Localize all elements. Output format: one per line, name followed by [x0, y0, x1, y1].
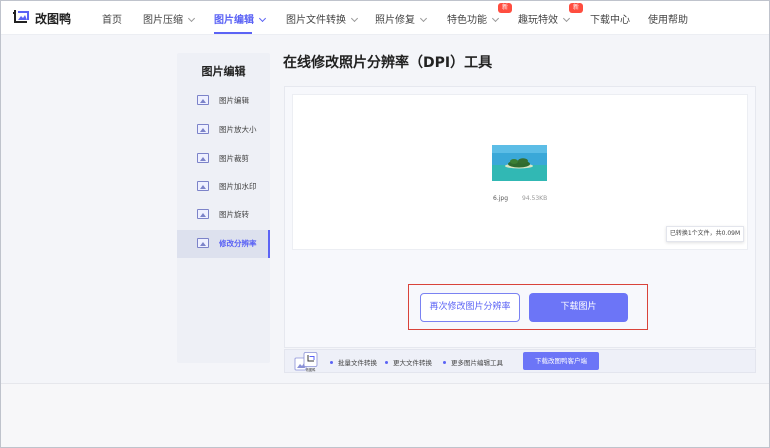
sidebar-item-resize[interactable]: 图片放大小 [177, 116, 270, 144]
nav-label: 特色功能 [447, 15, 487, 26]
new-badge: 新 [498, 3, 512, 13]
top-nav: 改图鸭 首页 图片压缩 图片编辑 图片文件转换 照片修复 特色功能 趣玩特效 下… [1, 1, 769, 35]
nav-label: 图片文件转换 [286, 15, 346, 26]
file-name: 6.jpg [493, 195, 509, 202]
image-icon [197, 181, 209, 191]
app-icon-label: 改图鸭 [306, 367, 316, 372]
image-icon [197, 153, 209, 163]
nav-file-convert[interactable]: 图片文件转换 [286, 11, 359, 26]
sidebar-item-label: 修改分辨率 [219, 239, 257, 248]
nav-label: 使用帮助 [648, 15, 688, 26]
sidebar-item-image-edit[interactable]: 图片编辑 [177, 87, 270, 115]
logo-icon[interactable] [12, 8, 30, 26]
nav-label: 图片压缩 [143, 15, 183, 26]
chevron-down-icon [187, 14, 196, 23]
nav-special-features[interactable]: 特色功能 [447, 11, 500, 26]
nav-home[interactable]: 首页 [102, 11, 122, 26]
feature-batch-convert: 批量文件转换 [330, 357, 377, 367]
redo-resolution-button[interactable]: 再次修改图片分辨率 [420, 293, 520, 322]
sidebar-item-label: 图片旋转 [219, 210, 249, 219]
chevron-down-icon [562, 14, 571, 23]
image-icon [197, 238, 209, 248]
image-thumbnail[interactable] [492, 145, 547, 181]
file-size: 94.53KB [522, 195, 548, 202]
feature-large-file: 更大文件转换 [385, 357, 432, 367]
nav-label: 图片编辑 [214, 15, 254, 26]
sidebar-item-watermark[interactable]: 图片加水印 [177, 173, 270, 201]
sidebar-item-rotate[interactable]: 图片旋转 [177, 201, 270, 229]
footer [1, 383, 769, 447]
sidebar-item-label: 图片编辑 [219, 96, 249, 105]
sidebar-item-label: 图片裁剪 [219, 154, 249, 163]
new-badge: 新 [569, 3, 583, 13]
nav-label: 趣玩特效 [518, 15, 558, 26]
sidebar-item-label: 图片放大小 [219, 125, 257, 134]
image-icon [197, 95, 209, 105]
nav-help[interactable]: 使用帮助 [648, 11, 688, 26]
nav-download-center[interactable]: 下载中心 [590, 11, 630, 26]
chevron-down-icon [350, 14, 359, 23]
download-image-button[interactable]: 下载图片 [529, 293, 628, 322]
nav-image-edit[interactable]: 图片编辑 [214, 11, 267, 26]
brand-name[interactable]: 改图鸭 [35, 10, 71, 27]
nav-photo-repair[interactable]: 照片修复 [375, 11, 428, 26]
nav-fun-effects[interactable]: 趣玩特效 [518, 11, 571, 26]
sidebar: 图片编辑 图片编辑 图片放大小 图片裁剪 图片加水印 图片旋转 修改分辨率 [177, 53, 270, 363]
sidebar-item-label: 图片加水印 [219, 182, 257, 191]
image-icon [197, 124, 209, 134]
feature-more-tools: 更多图片编辑工具 [443, 357, 503, 367]
nav-image-compress[interactable]: 图片压缩 [143, 11, 196, 26]
sidebar-item-resolution[interactable]: 修改分辨率 [177, 230, 270, 258]
chevron-down-icon [419, 14, 428, 23]
app-icon: 改图鸭 [294, 352, 318, 372]
chevron-down-icon [258, 14, 267, 23]
download-client-button[interactable]: 下载改图鸭客户端 [523, 352, 599, 370]
nav-label: 首页 [102, 15, 122, 26]
nav-label: 下载中心 [590, 15, 630, 26]
active-nav-underline [214, 32, 252, 34]
nav-label: 照片修复 [375, 15, 415, 26]
chevron-down-icon [491, 14, 500, 23]
sidebar-title: 图片编辑 [201, 65, 246, 78]
sidebar-item-crop[interactable]: 图片裁剪 [177, 145, 270, 173]
page-title: 在线修改照片分辨率（DPI）工具 [283, 55, 493, 71]
conversion-summary: 已转换1个文件，共0.09M [666, 226, 744, 242]
image-icon [197, 209, 209, 219]
